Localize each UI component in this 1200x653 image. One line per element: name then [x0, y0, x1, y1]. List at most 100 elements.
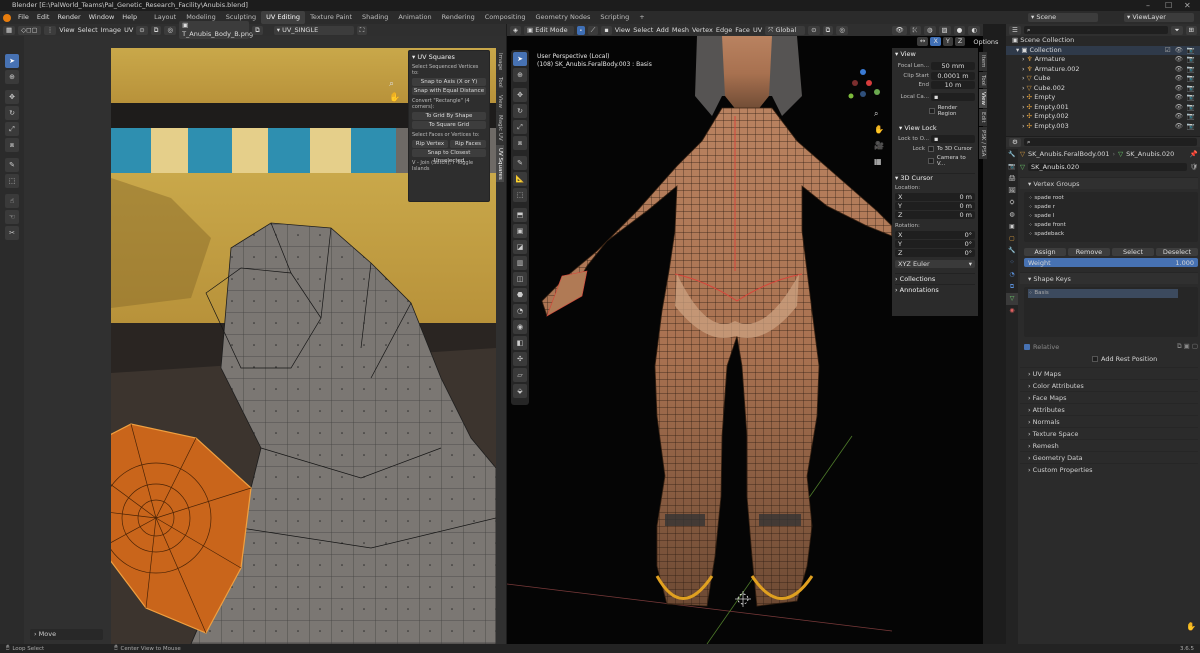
cursor-rot-y-field[interactable]: Y 0°: [895, 240, 975, 248]
proportional-icon[interactable]: ◎: [836, 25, 848, 35]
tab-shading[interactable]: Shading: [357, 11, 393, 24]
sticky-select-button[interactable]: ⋮: [43, 25, 57, 35]
section-geometry-data[interactable]: › Geometry Data: [1020, 451, 1198, 463]
tab-rendering[interactable]: Rendering: [437, 11, 480, 24]
properties-search[interactable]: ⌕: [1023, 138, 1197, 146]
select-tool-icon[interactable]: ➤: [5, 54, 19, 68]
outliner-item[interactable]: › ✣ Empty.002 👁 📷: [1006, 112, 1200, 122]
snap-axis-button[interactable]: Snap to Axis (X or Y): [412, 78, 486, 86]
mode-selector[interactable]: ▣ Edit Mode: [524, 25, 574, 35]
section-face-maps[interactable]: › Face Maps: [1020, 391, 1198, 403]
outliner-item[interactable]: › ♆ Armature 👁 📷: [1006, 55, 1200, 65]
scale-tool-icon[interactable]: ⤢: [5, 122, 19, 136]
orientation-selector[interactable]: ⤧ Global: [765, 25, 806, 35]
properties-nav-icon[interactable]: ✋: [1186, 622, 1196, 631]
shape-keys-header[interactable]: ▾ Shape Keys: [1020, 272, 1198, 284]
shape-key-lock-icons[interactable]: ⧉ ▣ ▢: [1177, 342, 1198, 351]
visibility-icon[interactable]: 👁: [892, 25, 907, 35]
uv-map-selector[interactable]: ▾ UV_SINGLE: [273, 25, 354, 35]
last-operator-panel[interactable]: › Move: [30, 629, 103, 640]
rip-tool-icon[interactable]: ✂: [5, 226, 19, 240]
square-grid-button[interactable]: To Square Grid: [412, 121, 486, 129]
editor-type-icon[interactable]: ▦: [3, 25, 16, 35]
local-camera-field[interactable]: ▪: [931, 93, 975, 101]
constraints-tab-icon[interactable]: ⧉: [1006, 281, 1018, 293]
vertex-groups-header[interactable]: ▾ Vertex Groups: [1020, 177, 1198, 189]
shading-material-icon[interactable]: ◐: [968, 25, 980, 35]
item-visibility-icon[interactable]: 👁 📷: [1175, 84, 1196, 94]
vertex-group-item[interactable]: ⁘ spadeback: [1028, 230, 1178, 239]
tab-compositing[interactable]: Compositing: [480, 11, 531, 24]
view-panel-header[interactable]: ▾ View: [895, 50, 975, 59]
tab-geometry-nodes[interactable]: Geometry Nodes: [531, 11, 596, 24]
vertex-group-item[interactable]: ⁘ spade r: [1028, 203, 1178, 212]
vp-menu-add[interactable]: Add: [656, 26, 669, 34]
item-visibility-icon[interactable]: 👁 📷: [1175, 93, 1196, 103]
clip-end-field[interactable]: 10 m: [931, 81, 975, 89]
section-uv-maps[interactable]: › UV Maps: [1020, 367, 1198, 379]
vertex-group-item[interactable]: ⁘ spade root: [1028, 194, 1178, 203]
annotate-tool-icon[interactable]: ✎: [5, 158, 19, 172]
section-normals[interactable]: › Normals: [1020, 415, 1198, 427]
pivot-icon[interactable]: ⊙: [136, 25, 148, 35]
tab-uv-squares[interactable]: UV Squares: [496, 144, 504, 183]
filter-icon[interactable]: ⏷: [1171, 25, 1183, 35]
tab-layout[interactable]: Layout: [149, 11, 181, 24]
deselect-button[interactable]: Deselect: [1156, 248, 1198, 256]
viewport-editor-type-icon[interactable]: ◈: [510, 25, 521, 35]
render-tab-icon[interactable]: 📷: [1006, 161, 1018, 173]
uv-menu-view[interactable]: View: [59, 26, 74, 34]
tab-magic-uv[interactable]: Magic UV: [496, 111, 504, 144]
vertex-group-item[interactable]: ⁘ spade l: [1028, 212, 1178, 221]
lock-to-cursor-checkbox[interactable]: [928, 146, 934, 152]
cursor-loc-x-field[interactable]: X 0 m: [895, 193, 975, 201]
grid-by-shape-button[interactable]: To Grid By Shape: [412, 112, 486, 120]
section-texture-space[interactable]: › Texture Space: [1020, 427, 1198, 439]
properties-editor-icon[interactable]: ⚙: [1009, 137, 1021, 147]
transform-tool-icon[interactable]: ⧈: [5, 138, 19, 152]
uv-menu-image[interactable]: Image: [101, 26, 121, 34]
section-color-attributes[interactable]: › Color Attributes: [1020, 379, 1198, 391]
physics-tab-icon[interactable]: ◔: [1006, 269, 1018, 281]
assign-button[interactable]: Assign: [1024, 248, 1066, 256]
cursor-rot-x-field[interactable]: X 0°: [895, 231, 975, 239]
tab-texture-paint[interactable]: Texture Paint: [305, 11, 357, 24]
item-visibility-icon[interactable]: 👁 📷: [1175, 103, 1196, 113]
rip-vertex-button[interactable]: Rip Vertex: [412, 140, 448, 148]
tab-image[interactable]: Image: [496, 50, 504, 74]
pinch-tool-icon[interactable]: ☜: [5, 210, 19, 224]
item-visibility-icon[interactable]: 👁 📷: [1175, 122, 1196, 132]
mesh-data-tab-icon[interactable]: ▽: [1006, 293, 1018, 305]
focal-length-field[interactable]: 50 mm: [931, 62, 975, 70]
zoom-icon[interactable]: ⌕: [389, 79, 394, 89]
outliner-collection[interactable]: ▾ ▣ Collection ☑ 👁 📷: [1006, 45, 1200, 55]
xray-icon[interactable]: ▨: [938, 25, 951, 35]
view-lock-header[interactable]: ▾ View Lock: [895, 124, 975, 133]
mirror-y-toggle[interactable]: Y: [942, 37, 953, 46]
viewlayer-selector[interactable]: ▾ ViewLayer: [1124, 13, 1194, 22]
cursor-loc-y-field[interactable]: Y 0 m: [895, 202, 975, 210]
ortho-toggle-icon[interactable]: ▦: [874, 157, 882, 166]
menu-render[interactable]: Render: [53, 11, 84, 24]
viewport-canvas[interactable]: ⌕ ✋ 🎥 ▦: [507, 36, 892, 644]
tab-uv-editing[interactable]: UV Editing: [261, 11, 306, 24]
item-visibility-icon[interactable]: 👁 📷: [1175, 74, 1196, 84]
cursor-tool-icon[interactable]: ⊕: [5, 70, 19, 84]
menu-window[interactable]: Window: [85, 11, 119, 24]
close-button[interactable]: ✕: [1184, 0, 1191, 11]
image-new-icon[interactable]: ⧉: [252, 25, 263, 35]
cursor-loc-z-field[interactable]: Z 0 m: [895, 211, 975, 219]
move-tool-icon[interactable]: ✥: [5, 90, 19, 104]
modifier-tab-icon[interactable]: 🔧: [1006, 245, 1018, 257]
blender-logo-icon[interactable]: [3, 13, 11, 22]
vp-zoom-icon[interactable]: ⌕: [874, 109, 878, 118]
tab-tool[interactable]: Tool: [496, 74, 504, 91]
overlays-icon[interactable]: ◍: [923, 25, 936, 35]
view-layer-tab-icon[interactable]: 🖼: [1006, 185, 1018, 197]
mesh-datablock-icon[interactable]: ▽: [1020, 163, 1025, 171]
camera-to-view-checkbox[interactable]: [928, 158, 934, 164]
outliner-item[interactable]: › ▽ Cube 👁 📷: [1006, 74, 1200, 84]
tab-vp-tool[interactable]: Tool: [979, 71, 987, 89]
vertex-group-item[interactable]: ⁘ spade front: [1028, 221, 1178, 230]
item-visibility-icon[interactable]: 👁 📷: [1175, 65, 1196, 75]
